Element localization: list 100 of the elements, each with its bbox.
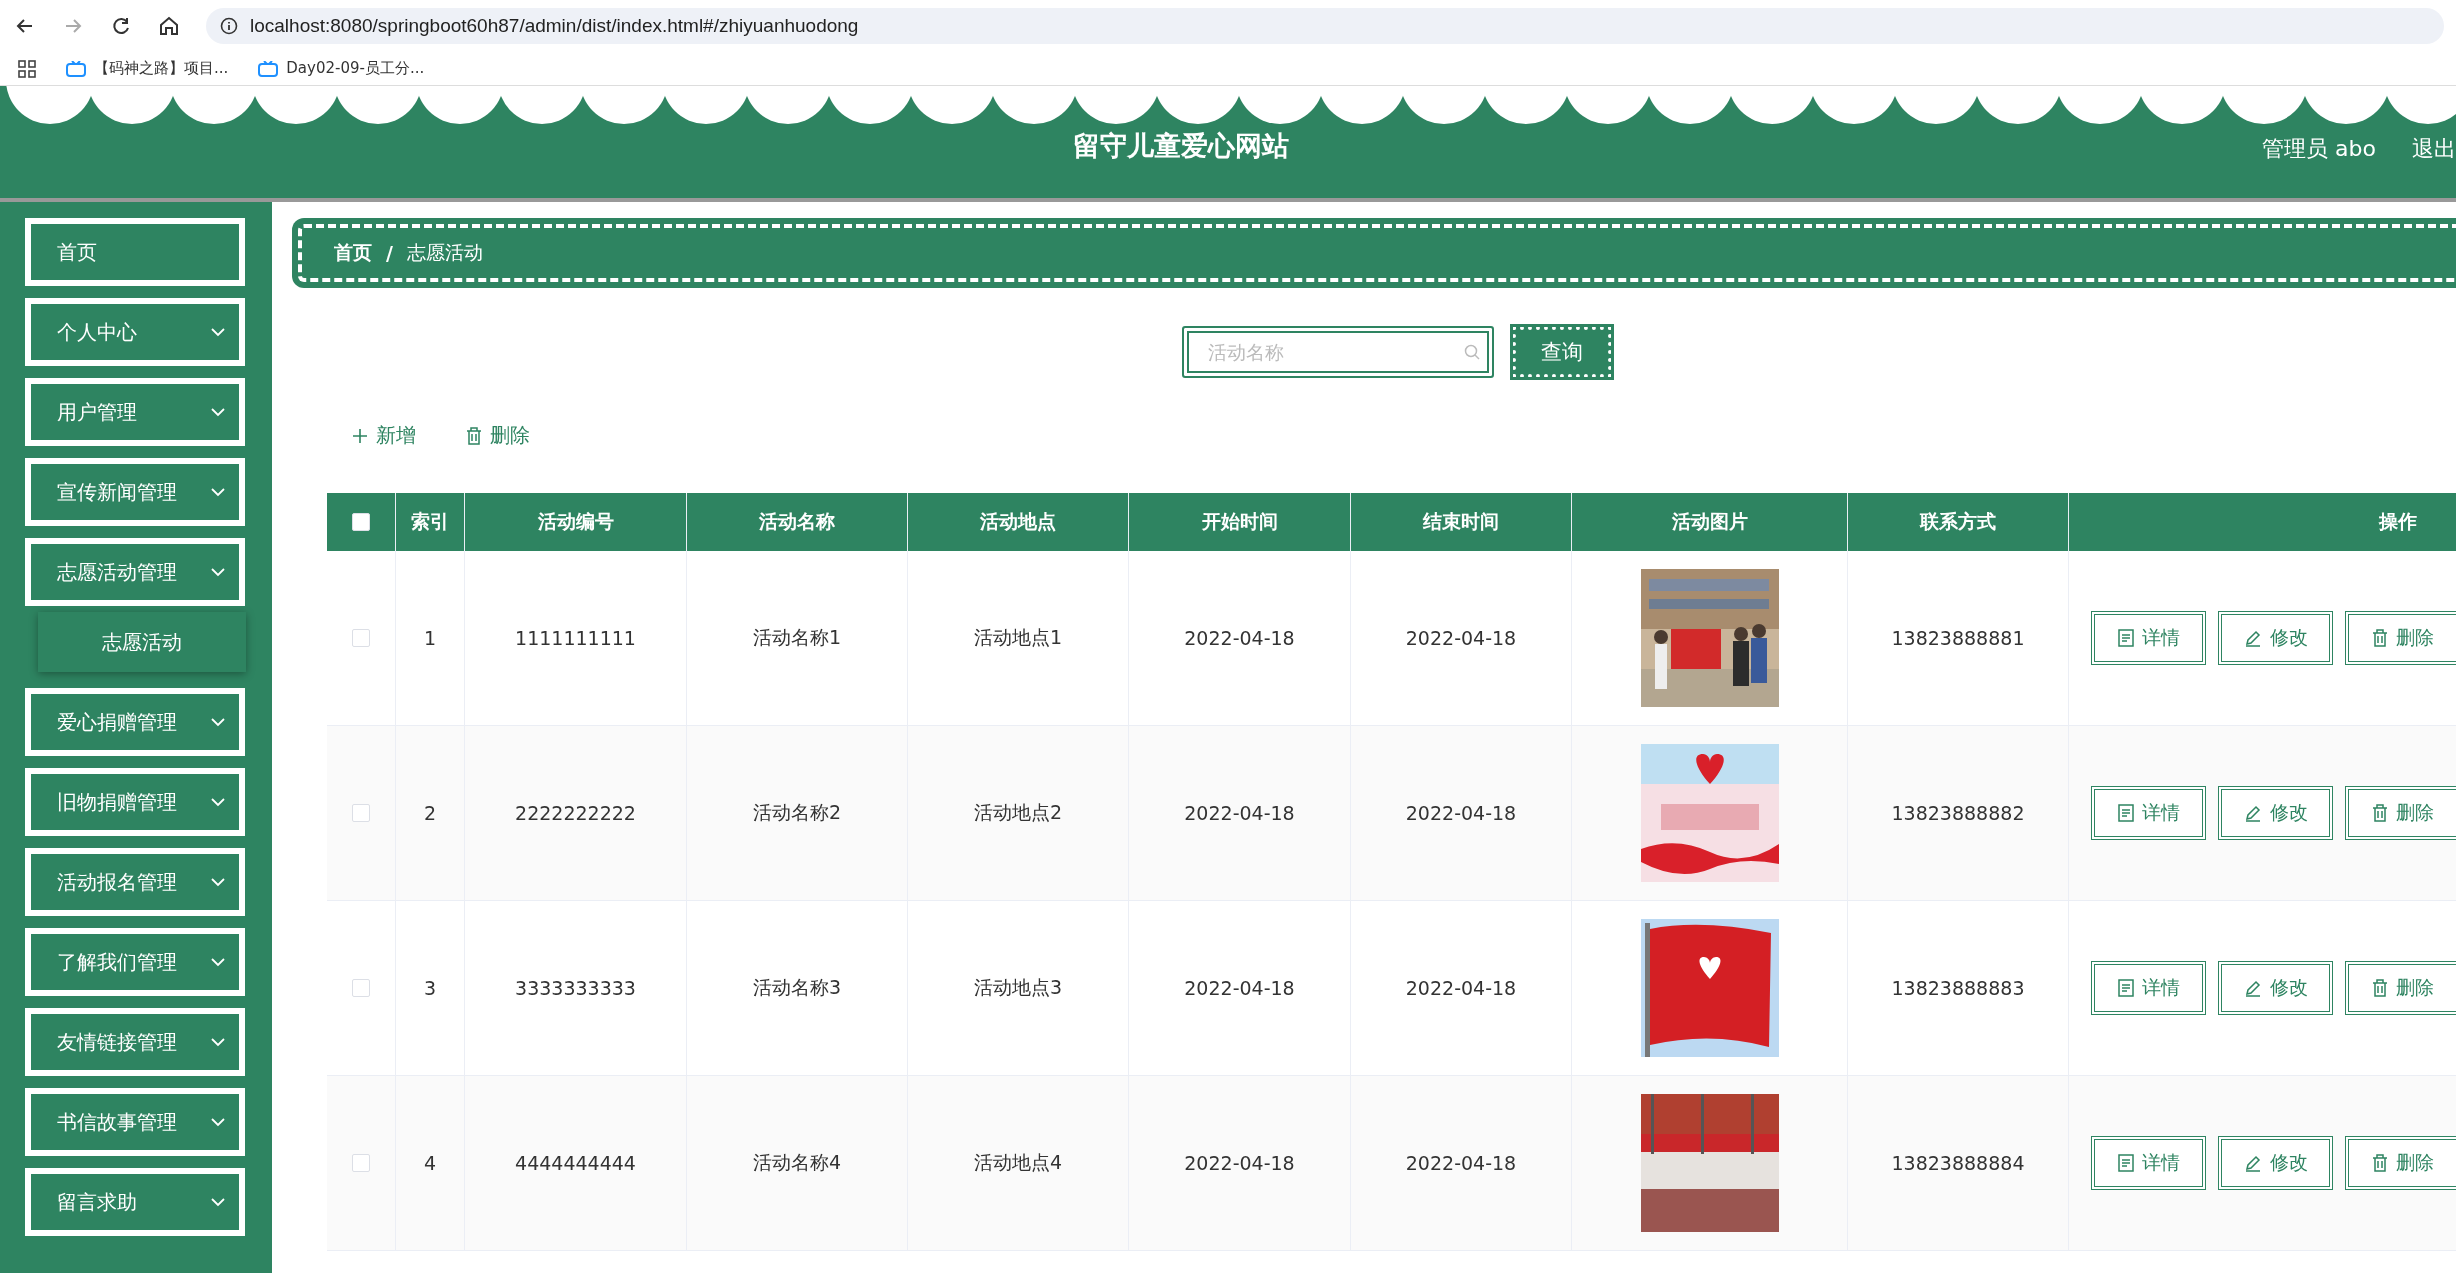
column-header: 活动名称	[687, 493, 908, 551]
row-checkbox[interactable]	[352, 1154, 370, 1172]
pencil-icon	[2243, 979, 2262, 997]
table-cell: 3333333333	[515, 977, 636, 999]
column-header: 开始时间	[1129, 493, 1351, 551]
info-icon	[220, 17, 238, 35]
breadcrumb-separator: /	[386, 242, 393, 264]
site-title: 留守儿童爱心网站	[1072, 129, 1291, 163]
pencil-icon	[2243, 1154, 2262, 1172]
chevron-down-icon	[211, 487, 225, 497]
row-checkbox[interactable]	[352, 629, 370, 647]
tv-icon	[258, 60, 279, 77]
chevron-down-icon	[211, 957, 225, 967]
trash-icon	[2371, 804, 2388, 822]
sidebar-item[interactable]: 友情链接管理	[25, 1008, 245, 1076]
sidebar-item[interactable]: 书信故事管理	[25, 1088, 245, 1156]
search-icon	[1464, 344, 1480, 360]
table-cell-text: 活动地点1	[973, 625, 1063, 650]
table-cell: 2022-04-18	[1184, 627, 1295, 649]
table-cell: 1	[423, 627, 437, 649]
sidebar-item[interactable]: 活动报名管理	[25, 848, 245, 916]
column-header: 活动地点	[908, 493, 1129, 551]
pencil-icon	[2243, 804, 2262, 822]
table-cell: 2022-04-18	[1405, 802, 1517, 824]
column-header: 操作	[2069, 493, 2456, 551]
apps-icon[interactable]	[18, 59, 36, 78]
detail-button[interactable]: 详情	[2091, 1136, 2206, 1190]
breadcrumb-link[interactable]: 志愿活动	[406, 240, 483, 266]
table-cell: 2022-04-18	[1405, 1152, 1517, 1174]
logout-link[interactable]: 退出	[2412, 134, 2456, 164]
table-cell: 4444444444	[515, 1152, 636, 1174]
document-icon	[2117, 979, 2134, 997]
chevron-down-icon	[211, 797, 225, 807]
delete-button[interactable]: 删除	[2345, 611, 2456, 665]
edit-button[interactable]: 修改	[2218, 611, 2333, 665]
table-cell: 2022-04-18	[1184, 977, 1295, 999]
sidebar-item[interactable]: 首页	[25, 218, 245, 286]
sidebar-item[interactable]: 用户管理	[25, 378, 245, 446]
sidebar-item[interactable]: 志愿活动管理	[25, 538, 245, 606]
column-header: 联系方式	[1848, 493, 2069, 551]
delete-button[interactable]: 删除	[2345, 786, 2456, 840]
trash-icon	[2371, 1154, 2388, 1172]
chevron-down-icon	[211, 327, 225, 337]
column-header: 活动编号	[465, 493, 687, 551]
sidebar-item[interactable]: 宣传新闻管理	[25, 458, 245, 526]
column-header: 活动图片	[1572, 493, 1848, 551]
table-cell-text: 活动名称1	[752, 625, 842, 650]
delete-button[interactable]: 删除	[2345, 961, 2456, 1015]
table-cell: 13823888881	[1891, 627, 2025, 649]
document-icon	[2117, 1154, 2134, 1172]
table-cell-text: 活动地点2	[973, 800, 1063, 825]
breadcrumb-link[interactable]: 首页	[334, 240, 372, 266]
sidebar-item[interactable]: 留言求助	[25, 1168, 245, 1236]
detail-button[interactable]: 详情	[2091, 786, 2206, 840]
table-cell-text: 活动地点4	[973, 1150, 1063, 1175]
reload-icon[interactable]	[110, 15, 132, 37]
sidebar-subitem[interactable]: 志愿活动	[38, 612, 246, 672]
sidebar-item[interactable]: 爱心捐赠管理	[25, 688, 245, 756]
query-button[interactable]: 查询	[1512, 326, 1612, 378]
table-cell: 3	[423, 977, 437, 999]
table-cell: 2022-04-18	[1184, 802, 1295, 824]
row-checkbox[interactable]	[352, 979, 370, 997]
trash-icon	[2371, 979, 2388, 997]
sidebar-item[interactable]: 个人中心	[25, 298, 245, 366]
chevron-down-icon	[211, 567, 225, 577]
address-field[interactable]: localhost:8080/springboot60h87/admin/dist/index.html#/zhiyuanhuodong	[206, 8, 2444, 44]
row-checkbox[interactable]	[352, 804, 370, 822]
delete-button[interactable]: 删除	[2345, 1136, 2456, 1190]
select-all-checkbox[interactable]	[352, 513, 370, 531]
pencil-icon	[2243, 629, 2262, 647]
table-cell-text: 活动名称2	[752, 800, 842, 825]
table-cell-text: 活动名称4	[752, 1150, 842, 1175]
table-cell: 13823888884	[1891, 1152, 2025, 1174]
chevron-down-icon	[211, 1037, 225, 1047]
column-header: 索引	[396, 493, 465, 551]
home-icon[interactable]	[158, 15, 180, 37]
table-cell-text: 活动名称3	[752, 975, 842, 1000]
tv-icon	[66, 60, 86, 77]
user-name: 管理员 abo	[2262, 135, 2376, 163]
add-button[interactable]: 新增	[352, 422, 416, 449]
bookmark[interactable]: Day02-09-员工分...	[258, 59, 425, 78]
plus-icon	[352, 427, 368, 444]
sidebar-item[interactable]: 旧物捐赠管理	[25, 768, 245, 836]
document-icon	[2117, 629, 2134, 647]
edit-button[interactable]: 修改	[2218, 961, 2333, 1015]
delete-button[interactable]: 删除	[466, 422, 530, 449]
table-cell: 13823888883	[1891, 977, 2025, 999]
column-header: 结束时间	[1351, 493, 1572, 551]
search-field[interactable]: 活动名称	[1182, 326, 1494, 378]
bookmark[interactable]: 【码神之路】项目...	[66, 59, 229, 78]
detail-button[interactable]: 详情	[2091, 611, 2206, 665]
edit-button[interactable]: 修改	[2218, 786, 2333, 840]
chevron-down-icon	[211, 1197, 225, 1207]
detail-button[interactable]: 详情	[2091, 961, 2206, 1015]
trash-icon	[466, 426, 482, 445]
chevron-down-icon	[211, 1117, 225, 1127]
table-cell: 2	[423, 802, 437, 824]
sidebar-item[interactable]: 了解我们管理	[25, 928, 245, 996]
table-cell: 4	[423, 1152, 437, 1174]
edit-button[interactable]: 修改	[2218, 1136, 2333, 1190]
